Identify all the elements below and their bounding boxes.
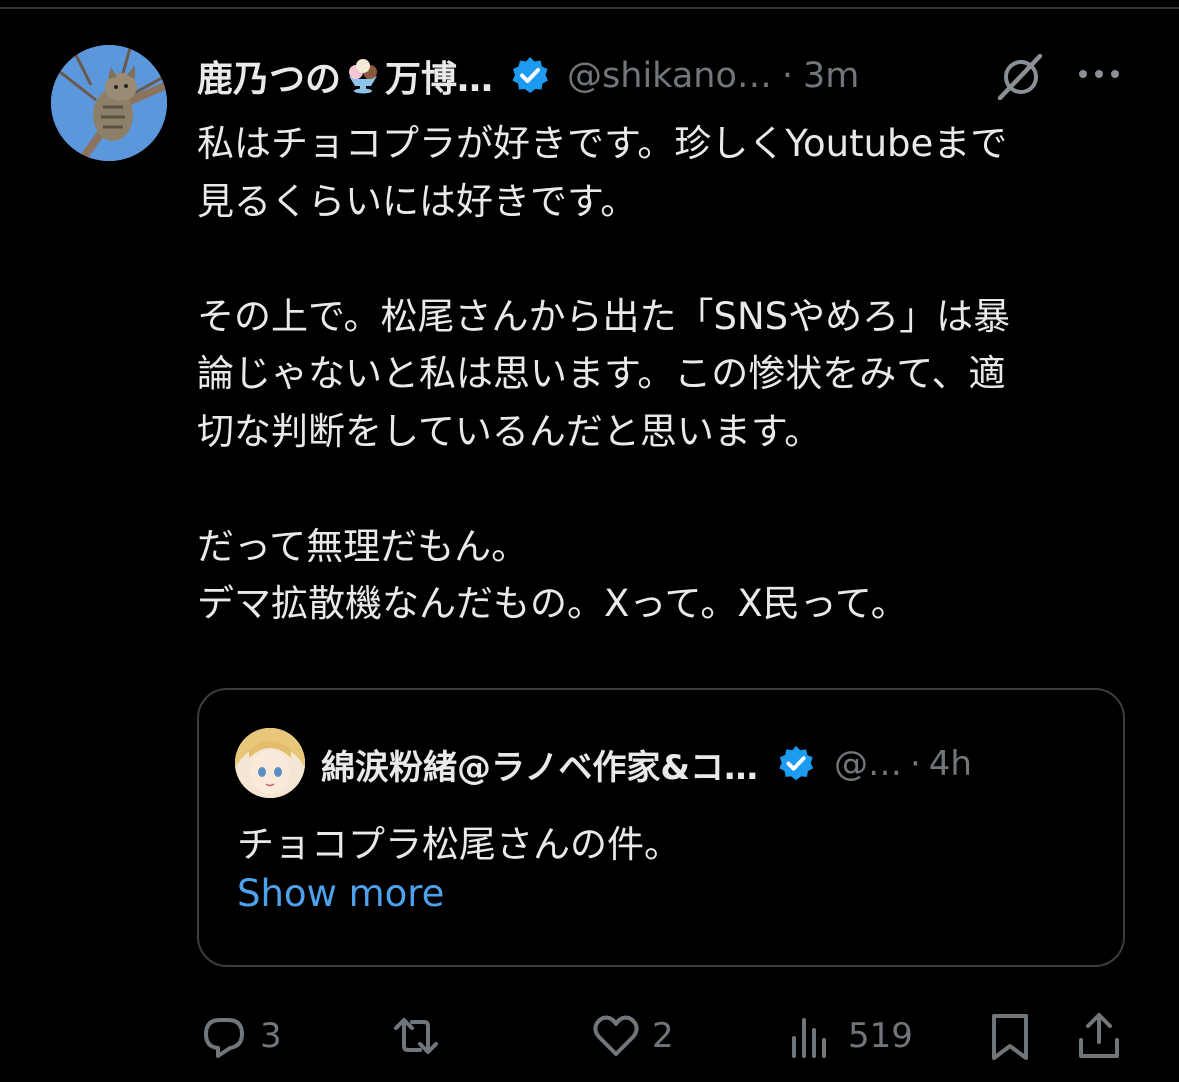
like-count: 2 <box>652 1016 674 1056</box>
top-divider <box>0 7 1179 9</box>
retweet-button[interactable] <box>390 1005 452 1067</box>
author-handle[interactable]: @shikano… <box>567 56 772 96</box>
tweet-timestamp[interactable]: 3m <box>803 56 859 96</box>
tweet-text: 私はチョコプラが好きです。珍しくYoutubeまで 見るくらいには好きです。 そ… <box>197 115 1137 633</box>
separator-dot: · <box>781 56 794 96</box>
verified-badge-icon <box>776 744 816 784</box>
tweet-line: だって無理だもん。 <box>197 524 529 568</box>
tweet-line: 私はチョコプラが好きです。珍しくYoutubeまで <box>197 122 1008 165</box>
views-icon <box>786 1010 838 1062</box>
ice-cream-emoji-icon <box>343 56 383 96</box>
reply-button[interactable]: 3 <box>198 1005 282 1067</box>
show-more-link[interactable]: Show more <box>237 872 444 915</box>
author-display-name-suffix[interactable]: 万博… <box>385 50 493 102</box>
verified-badge-icon <box>509 55 551 97</box>
like-button[interactable]: 2 <box>590 1005 674 1067</box>
tweet-line: デマ拡散機なんだもの。Xって。X民って。 <box>197 582 908 625</box>
quoted-tweet-card[interactable]: 綿涙粉緒@ラノベ作家&コ… @… · 4h チョコプラ松尾さんの件。 Show … <box>197 688 1125 967</box>
quoted-tweet-header: 綿涙粉緒@ラノベ作家&コ… @… · 4h <box>321 734 1101 794</box>
author-avatar[interactable] <box>51 45 167 161</box>
like-icon <box>590 1010 642 1062</box>
reply-icon <box>198 1010 250 1062</box>
retweet-icon <box>390 1010 442 1062</box>
quoted-author-avatar[interactable] <box>235 728 305 798</box>
tweet-line: その上で。松尾さんから出た「SNSやめろ」は暴 <box>197 294 1011 338</box>
reply-count: 3 <box>260 1016 282 1056</box>
anime-avatar-image <box>235 728 305 798</box>
tweet-action-bar: 3 2 519 <box>0 1005 1179 1067</box>
share-icon <box>1073 1010 1125 1062</box>
bookmark-button[interactable] <box>984 1005 1036 1067</box>
author-display-name[interactable]: 鹿乃つの <box>197 50 341 102</box>
separator-dot: · <box>909 744 921 784</box>
bookmark-icon <box>984 1010 1036 1062</box>
tweet-line: 切な判断をしているんだと思います。 <box>197 409 822 453</box>
quoted-author-handle[interactable]: @… <box>834 744 902 784</box>
cat-avatar-image <box>51 45 167 161</box>
grok-icon[interactable] <box>996 53 1046 101</box>
view-count: 519 <box>848 1016 913 1056</box>
quoted-tweet-text: チョコプラ松尾さんの件。 <box>237 823 681 866</box>
quoted-tweet-timestamp[interactable]: 4h <box>929 744 972 784</box>
views-button[interactable]: 519 <box>786 1005 913 1067</box>
quoted-author-display-name[interactable]: 綿涙粉緒@ラノベ作家&コ… <box>321 740 758 789</box>
tweet-line: 論じゃないと私は思います。この惨状をみて、適 <box>197 352 1006 395</box>
share-button[interactable] <box>1073 1005 1125 1067</box>
tweet-line: 見るくらいには好きです。 <box>197 179 638 223</box>
more-icon[interactable] <box>1076 64 1122 84</box>
